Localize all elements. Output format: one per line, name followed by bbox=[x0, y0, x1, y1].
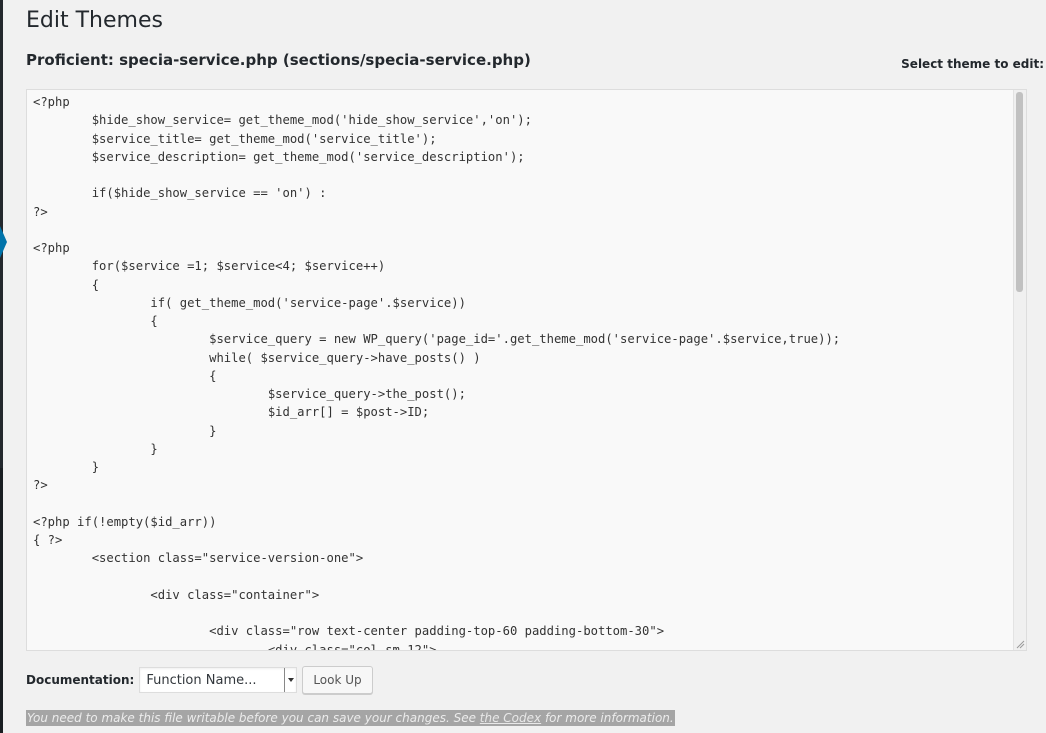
editor-scrollbar[interactable] bbox=[1013, 90, 1026, 650]
select-theme-label: Select theme to edit: bbox=[901, 57, 1044, 71]
resize-grip-icon[interactable] bbox=[1015, 639, 1025, 649]
scrollbar-thumb[interactable] bbox=[1016, 92, 1023, 292]
documentation-row: Documentation: Function Name... Look Up bbox=[26, 666, 373, 694]
menu-collapse-arrow-icon[interactable] bbox=[0, 226, 7, 258]
codex-link[interactable]: the Codex bbox=[480, 711, 541, 725]
function-name-select-value: Function Name... bbox=[146, 672, 257, 688]
function-name-select[interactable]: Function Name... bbox=[139, 667, 298, 693]
documentation-label: Documentation: bbox=[26, 673, 135, 687]
writable-notice: You need to make this file writable befo… bbox=[26, 710, 675, 726]
notice-text-before: You need to make this file writable befo… bbox=[27, 711, 480, 725]
code-editor[interactable]: <?php $hide_show_service= get_theme_mod(… bbox=[26, 89, 1027, 651]
admin-menu-edge bbox=[0, 0, 3, 733]
notice-text-after: for more information. bbox=[541, 711, 674, 725]
file-heading: Proficient: specia-service.php (sections… bbox=[26, 51, 531, 69]
page-title: Edit Themes bbox=[26, 8, 163, 33]
code-content[interactable]: <?php $hide_show_service= get_theme_mod(… bbox=[27, 90, 1026, 650]
look-up-button[interactable]: Look Up bbox=[302, 666, 373, 694]
chevron-down-icon[interactable] bbox=[284, 668, 296, 692]
